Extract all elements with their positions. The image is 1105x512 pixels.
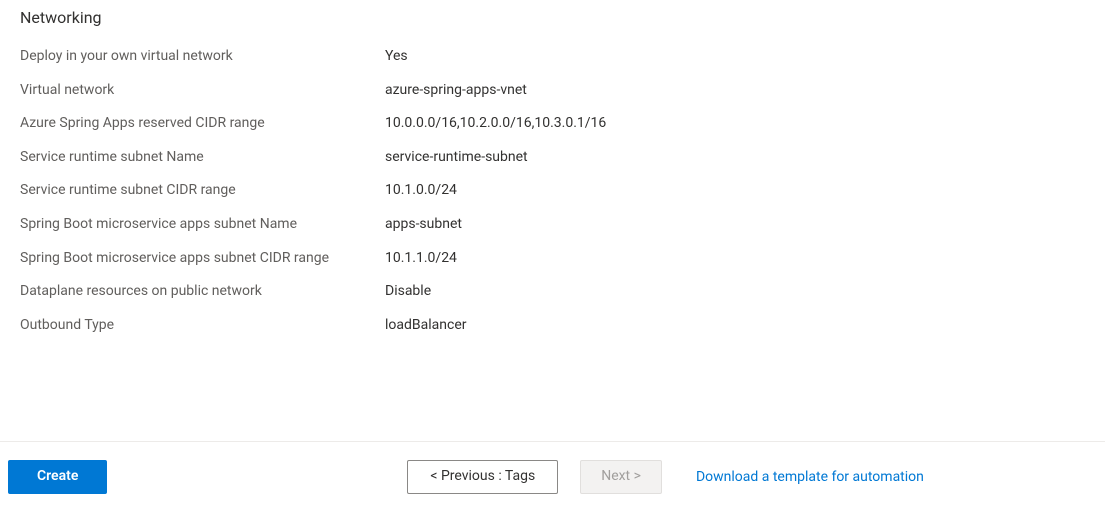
value-apps-subnet-name: apps-subnet [385, 215, 462, 235]
label-outbound-type: Outbound Type [20, 316, 385, 336]
label-virtual-network: Virtual network [20, 81, 385, 101]
row-runtime-subnet-name: Service runtime subnet Name service-runt… [20, 148, 1085, 168]
row-cidr-range: Azure Spring Apps reserved CIDR range 10… [20, 114, 1085, 134]
row-apps-subnet-name: Spring Boot microservice apps subnet Nam… [20, 215, 1085, 235]
download-template-link[interactable]: Download a template for automation [696, 469, 924, 485]
section-heading-networking: Networking [20, 8, 1085, 27]
value-dataplane-public: Disable [385, 282, 431, 302]
wizard-footer: Create < Previous : Tags Next > Download… [0, 441, 1105, 512]
value-runtime-subnet-name: service-runtime-subnet [385, 148, 528, 168]
row-apps-subnet-cidr: Spring Boot microservice apps subnet CID… [20, 249, 1085, 269]
value-outbound-type: loadBalancer [385, 316, 466, 336]
label-runtime-subnet-cidr: Service runtime subnet CIDR range [20, 181, 385, 201]
label-deploy-own-vnet: Deploy in your own virtual network [20, 47, 385, 67]
row-outbound-type: Outbound Type loadBalancer [20, 316, 1085, 336]
label-cidr-range: Azure Spring Apps reserved CIDR range [20, 114, 385, 134]
row-runtime-subnet-cidr: Service runtime subnet CIDR range 10.1.0… [20, 181, 1085, 201]
label-apps-subnet-cidr: Spring Boot microservice apps subnet CID… [20, 249, 385, 269]
value-deploy-own-vnet: Yes [385, 47, 408, 67]
value-runtime-subnet-cidr: 10.1.0.0/24 [385, 181, 457, 201]
row-dataplane-public: Dataplane resources on public network Di… [20, 282, 1085, 302]
label-apps-subnet-name: Spring Boot microservice apps subnet Nam… [20, 215, 385, 235]
label-dataplane-public: Dataplane resources on public network [20, 282, 385, 302]
value-apps-subnet-cidr: 10.1.1.0/24 [385, 249, 457, 269]
previous-button[interactable]: < Previous : Tags [407, 460, 558, 494]
value-cidr-range: 10.0.0.0/16,10.2.0.0/16,10.3.0.1/16 [385, 114, 606, 134]
row-virtual-network: Virtual network azure-spring-apps-vnet [20, 81, 1085, 101]
value-virtual-network: azure-spring-apps-vnet [385, 81, 527, 101]
create-button[interactable]: Create [8, 460, 107, 494]
next-button: Next > [580, 460, 662, 494]
label-runtime-subnet-name: Service runtime subnet Name [20, 148, 385, 168]
row-deploy-own-vnet: Deploy in your own virtual network Yes [20, 47, 1085, 67]
